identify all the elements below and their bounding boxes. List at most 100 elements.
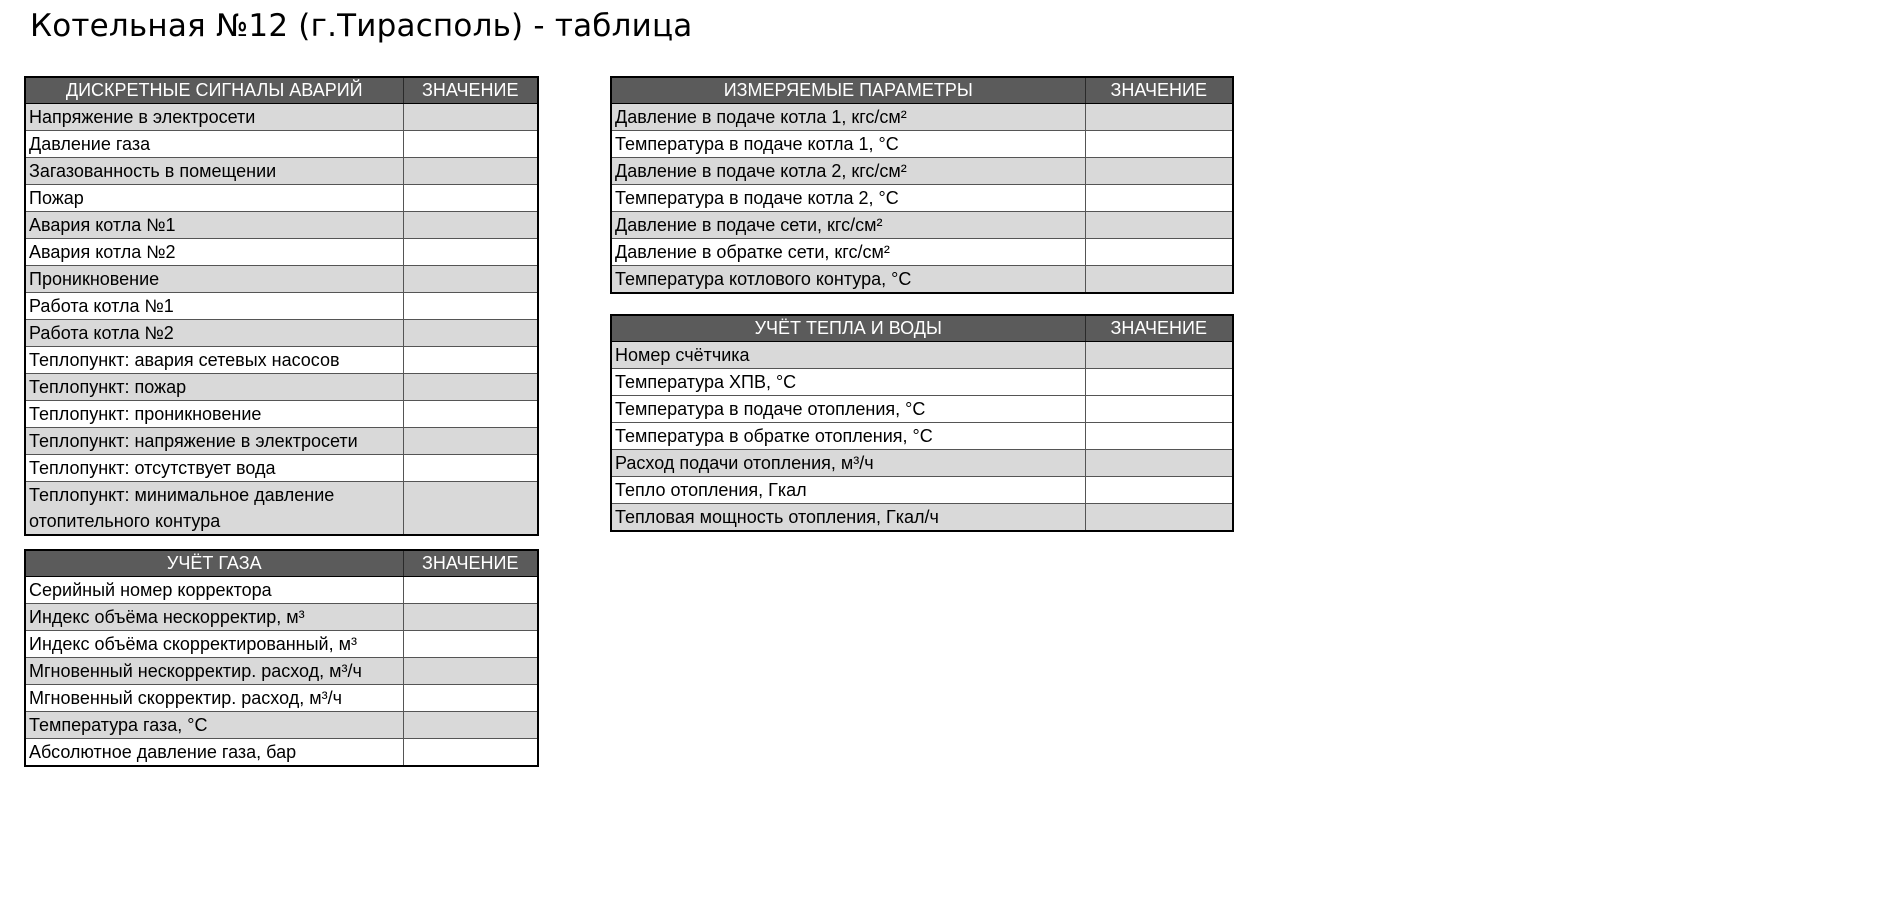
table-row: Авария котла №2 xyxy=(24,238,539,266)
table-row: Номер счётчика xyxy=(610,341,1234,369)
row-label: Работа котла №2 xyxy=(24,319,404,347)
value-cell[interactable] xyxy=(402,184,539,212)
table-row: Работа котла №1 xyxy=(24,292,539,320)
value-cell[interactable] xyxy=(402,711,539,739)
table-row: Давление в подаче котла 1, кгс/см² xyxy=(610,103,1234,131)
value-cell[interactable] xyxy=(402,319,539,347)
row-label: Расход подачи отопления, м³/ч xyxy=(610,449,1086,477)
row-label: Теплопункт: авария сетевых насосов xyxy=(24,346,404,374)
value-cell[interactable] xyxy=(1084,184,1234,212)
row-label: Абсолютное давление газа, бар xyxy=(24,738,404,767)
row-label: Давление в обратке сети, кгс/см² xyxy=(610,238,1086,266)
value-cell[interactable] xyxy=(402,454,539,482)
row-label: Пожар xyxy=(24,184,404,212)
value-cell[interactable] xyxy=(402,738,539,767)
table-row: Индекс объёма нескорректир, м³ xyxy=(24,603,539,631)
row-label: Теплопункт: пожар xyxy=(24,373,404,401)
value-cell[interactable] xyxy=(1084,130,1234,158)
row-label: Мгновенный скорректир. расход, м³/ч xyxy=(24,684,404,712)
value-cell[interactable] xyxy=(402,238,539,266)
table-row: Пожар xyxy=(24,184,539,212)
row-label: Температура в подаче котла 2, °С xyxy=(610,184,1086,212)
params-header-value: ЗНАЧЕНИЕ xyxy=(1084,76,1234,104)
alarms-table: ДИСКРЕТНЫЕ СИГНАЛЫ АВАРИЙ ЗНАЧЕНИЕ Напря… xyxy=(24,76,539,536)
value-cell[interactable] xyxy=(402,130,539,158)
value-cell[interactable] xyxy=(402,211,539,239)
value-cell[interactable] xyxy=(402,603,539,631)
value-cell[interactable] xyxy=(1084,476,1234,504)
row-label: Номер счётчика xyxy=(610,341,1086,369)
table-row: Теплопункт: пожар xyxy=(24,373,539,401)
row-label: Авария котла №2 xyxy=(24,238,404,266)
gas-header-value: ЗНАЧЕНИЕ xyxy=(402,549,539,577)
value-cell[interactable] xyxy=(402,630,539,658)
value-cell[interactable] xyxy=(402,346,539,374)
table-row: Температура ХПВ, °С xyxy=(610,368,1234,396)
row-label: Загазованность в помещении xyxy=(24,157,404,185)
value-cell[interactable] xyxy=(1084,238,1234,266)
table-row: Индекс объёма скорректированный, м³ xyxy=(24,630,539,658)
params-table: ИЗМЕРЯЕМЫЕ ПАРАМЕТРЫ ЗНАЧЕНИЕ Давление в… xyxy=(610,76,1234,294)
params-header-row: ИЗМЕРЯЕМЫЕ ПАРАМЕТРЫ ЗНАЧЕНИЕ xyxy=(610,76,1234,104)
value-cell[interactable] xyxy=(402,157,539,185)
alarms-header-row: ДИСКРЕТНЫЕ СИГНАЛЫ АВАРИЙ ЗНАЧЕНИЕ xyxy=(24,76,539,104)
row-label: Температура ХПВ, °С xyxy=(610,368,1086,396)
value-cell[interactable] xyxy=(402,576,539,604)
value-cell[interactable] xyxy=(402,657,539,685)
table-row: Температура в подаче котла 2, °С xyxy=(610,184,1234,212)
table-row: Давление в подаче сети, кгс/см² xyxy=(610,211,1234,239)
table-row: Напряжение в электросети xyxy=(24,103,539,131)
row-label: Температура в подаче котла 1, °С xyxy=(610,130,1086,158)
table-row: Теплопункт: минимальное давление отопите… xyxy=(24,481,539,536)
table-row: Авария котла №1 xyxy=(24,211,539,239)
value-cell[interactable] xyxy=(1084,157,1234,185)
value-cell[interactable] xyxy=(402,400,539,428)
value-cell[interactable] xyxy=(402,373,539,401)
table-row: Теплопункт: авария сетевых насосов xyxy=(24,346,539,374)
row-label: Давление в подаче котла 2, кгс/см² xyxy=(610,157,1086,185)
value-cell[interactable] xyxy=(1084,103,1234,131)
value-cell[interactable] xyxy=(402,481,539,536)
table-row: Проникновение xyxy=(24,265,539,293)
value-cell[interactable] xyxy=(402,103,539,131)
table-row: Загазованность в помещении xyxy=(24,157,539,185)
table-row: Давление в подаче котла 2, кгс/см² xyxy=(610,157,1234,185)
gas-header-row: УЧЁТ ГАЗА ЗНАЧЕНИЕ xyxy=(24,549,539,577)
table-row: Тепловая мощность отопления, Гкал/ч xyxy=(610,503,1234,532)
row-label: Теплопункт: минимальное давление отопите… xyxy=(24,481,404,536)
table-row: Работа котла №2 xyxy=(24,319,539,347)
row-label: Проникновение xyxy=(24,265,404,293)
value-cell[interactable] xyxy=(1084,395,1234,423)
value-cell[interactable] xyxy=(402,427,539,455)
value-cell[interactable] xyxy=(1084,368,1234,396)
value-cell[interactable] xyxy=(1084,422,1234,450)
heat-table: УЧЁТ ТЕПЛА И ВОДЫ ЗНАЧЕНИЕ Номер счётчик… xyxy=(610,314,1234,532)
row-label: Температура в обратке отопления, °С xyxy=(610,422,1086,450)
table-row: Температура газа, °С xyxy=(24,711,539,739)
value-cell[interactable] xyxy=(402,684,539,712)
value-cell[interactable] xyxy=(1084,211,1234,239)
value-cell[interactable] xyxy=(1084,341,1234,369)
alarms-header-value: ЗНАЧЕНИЕ xyxy=(402,76,539,104)
row-label: Тепло отопления, Гкал xyxy=(610,476,1086,504)
row-label: Авария котла №1 xyxy=(24,211,404,239)
table-row: Абсолютное давление газа, бар xyxy=(24,738,539,767)
row-label: Температура котлового контура, °С xyxy=(610,265,1086,294)
value-cell[interactable] xyxy=(1084,449,1234,477)
value-cell[interactable] xyxy=(402,265,539,293)
gas-header-name: УЧЁТ ГАЗА xyxy=(24,549,404,577)
table-row: Теплопункт: проникновение xyxy=(24,400,539,428)
value-cell[interactable] xyxy=(1084,265,1234,294)
value-cell[interactable] xyxy=(402,292,539,320)
table-row: Температура в подаче отопления, °С xyxy=(610,395,1234,423)
row-label: Напряжение в электросети xyxy=(24,103,404,131)
params-header-name: ИЗМЕРЯЕМЫЕ ПАРАМЕТРЫ xyxy=(610,76,1086,104)
value-cell[interactable] xyxy=(1084,503,1234,532)
row-label: Индекс объёма скорректированный, м³ xyxy=(24,630,404,658)
table-row: Температура котлового контура, °С xyxy=(610,265,1234,294)
heat-header-name: УЧЁТ ТЕПЛА И ВОДЫ xyxy=(610,314,1086,342)
row-label: Теплопункт: проникновение xyxy=(24,400,404,428)
row-label: Работа котла №1 xyxy=(24,292,404,320)
table-row: Теплопункт: отсутствует вода xyxy=(24,454,539,482)
heat-header-value: ЗНАЧЕНИЕ xyxy=(1084,314,1234,342)
